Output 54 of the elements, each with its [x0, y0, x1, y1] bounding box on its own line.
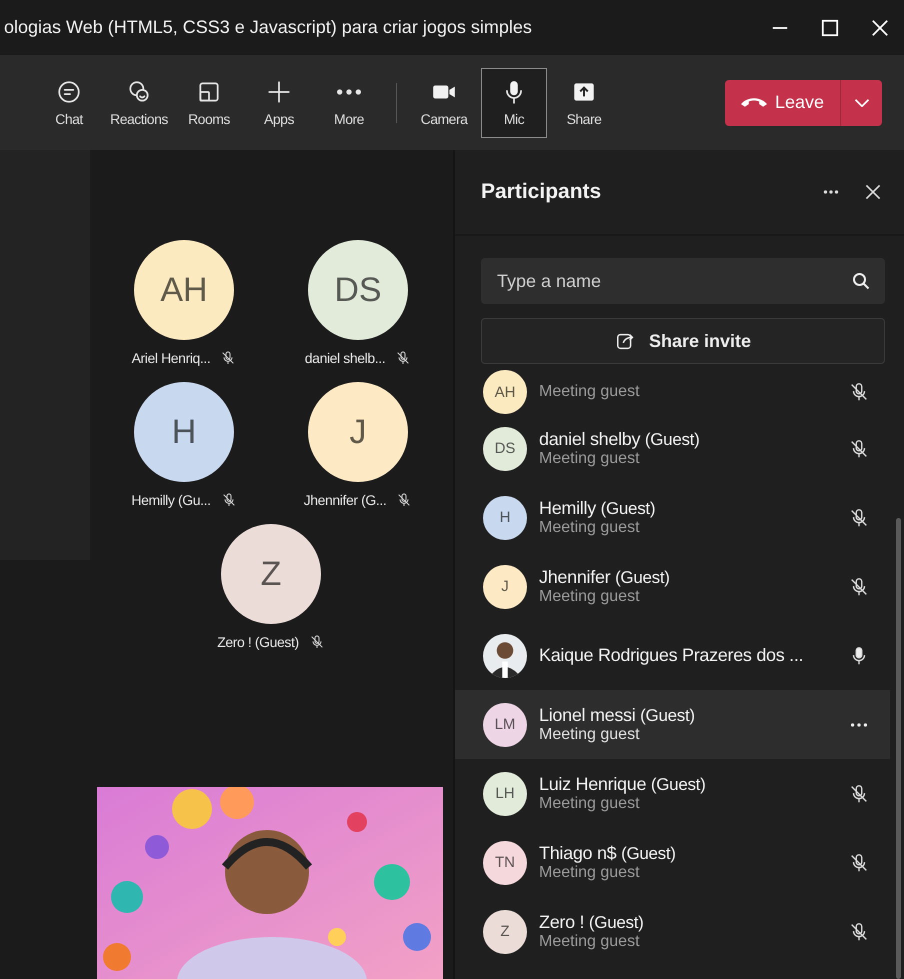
participant-name: Hemilly (Gu...: [131, 492, 211, 508]
window-title: ologias Web (HTML5, CSS3 e Javascript) para criar jogos simples: [4, 17, 532, 38]
chevron-down-icon: [854, 98, 868, 106]
participant-role: Meeting guest: [539, 795, 641, 813]
leave-button[interactable]: Leave: [724, 80, 840, 126]
search-icon: [851, 271, 871, 291]
search-field[interactable]: Type a name: [481, 258, 885, 304]
hang-up-icon: [740, 98, 767, 107]
rooms-button[interactable]: Rooms: [176, 68, 242, 138]
participant-name: Kaique Rodrigues Prazeres dos ...: [539, 645, 804, 666]
avatar: AH: [134, 240, 234, 340]
participant-name: daniel shelb...: [304, 350, 386, 366]
avatar: Z: [483, 910, 527, 954]
participant-role: Meeting guest: [539, 450, 641, 468]
share-button[interactable]: Share: [551, 68, 617, 138]
participant-row[interactable]: LM Lionel messi (Guest) Meeting guest: [455, 690, 890, 759]
avatar: J: [308, 382, 408, 482]
avatar: H: [134, 382, 234, 482]
participant-name: Jhennifer (Guest): [539, 567, 671, 588]
apps-button[interactable]: Apps: [246, 68, 312, 138]
camera-button[interactable]: Camera: [411, 68, 477, 138]
participant-name: Luiz Henrique (Guest): [539, 774, 706, 795]
more-icon: [337, 88, 361, 94]
participant-role: Meeting guest: [539, 864, 641, 882]
participant-role: Meeting guest: [539, 588, 641, 606]
reactions-button[interactable]: Reactions: [106, 68, 172, 138]
avatar: J: [483, 564, 527, 608]
participant-name: Zero ! (Guest): [217, 634, 299, 650]
participant-name: Ariel Henriq...: [132, 350, 210, 366]
panel-title: Participants: [481, 180, 602, 204]
participant-name: Thiago n$ (Guest): [539, 843, 677, 864]
avatar: Z: [221, 524, 321, 624]
avatar: AH: [483, 370, 527, 414]
chat-button[interactable]: Chat: [36, 68, 102, 138]
mic-button[interactable]: Mic: [481, 68, 547, 138]
avatar: LH: [483, 772, 527, 816]
avatar: LM: [483, 702, 527, 746]
more-button[interactable]: More: [316, 68, 382, 138]
participant-role: Meeting guest: [539, 933, 641, 951]
participant-role: Meeting guest: [539, 519, 641, 537]
avatar: DS: [308, 240, 408, 340]
participant-name: Zero ! (Guest): [539, 912, 644, 933]
chat-icon: [56, 78, 82, 104]
avatar: DS: [483, 426, 527, 470]
participant-role: Meeting guest: [539, 726, 641, 744]
participant-name: daniel shelby (Guest): [539, 429, 700, 450]
plus-icon: [266, 78, 292, 104]
share-invite-button[interactable]: Share invite: [481, 318, 885, 364]
participant-role: Meeting guest: [539, 383, 641, 401]
avatar: TN: [483, 840, 527, 884]
participant-name: Lionel messi (Guest): [539, 705, 696, 726]
participant-name: Hemilly (Guest): [539, 498, 656, 519]
avatar: H: [483, 496, 527, 540]
participant-name: Jhennifer (G...: [304, 492, 386, 508]
